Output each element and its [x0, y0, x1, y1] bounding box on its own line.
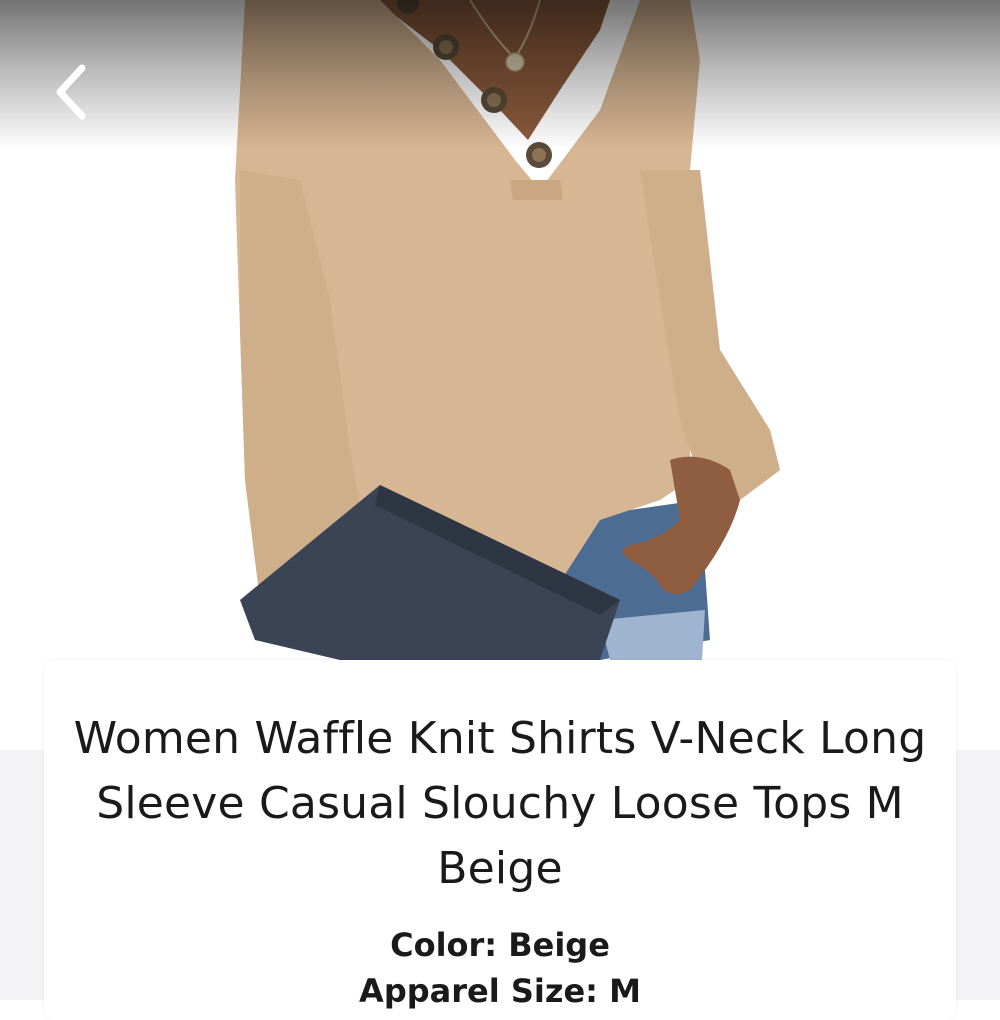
product-photo[interactable] [0, 0, 1000, 660]
product-image-area [0, 0, 1000, 750]
color-attribute: Color: Beige [0, 926, 1000, 964]
color-label: Color: [390, 926, 498, 964]
size-attribute: Apparel Size: M [0, 972, 1000, 1010]
back-button[interactable] [34, 56, 106, 128]
color-value: Beige [508, 926, 610, 964]
chevron-left-icon [56, 64, 86, 120]
size-label: Apparel Size: [359, 972, 598, 1010]
size-value: M [609, 972, 641, 1010]
product-title: Women Waffle Knit Shirts V-Neck Long Sle… [73, 713, 927, 894]
